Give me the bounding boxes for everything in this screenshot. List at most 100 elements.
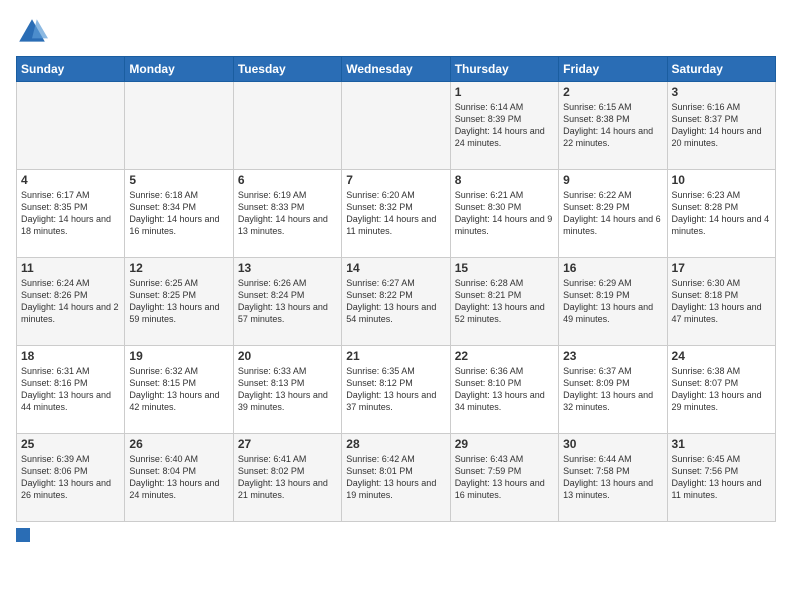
calendar-cell: 22 Sunrise: 6:36 AM Sunset: 8:10 PM Dayli…: [450, 346, 558, 434]
day-number: 26: [129, 437, 228, 451]
day-number: 21: [346, 349, 445, 363]
calendar-cell: 21 Sunrise: 6:35 AM Sunset: 8:12 PM Dayli…: [342, 346, 450, 434]
header-day-wednesday: Wednesday: [342, 57, 450, 82]
calendar-cell: 31 Sunrise: 6:45 AM Sunset: 7:56 PM Dayli…: [667, 434, 775, 522]
calendar-cell: [342, 82, 450, 170]
calendar-cell: [233, 82, 341, 170]
day-number: 2: [563, 85, 662, 99]
calendar-cell: 6 Sunrise: 6:19 AM Sunset: 8:33 PM Daylig…: [233, 170, 341, 258]
calendar-cell: 19Sunrise: 6:32 AM Sunset: 8:15 PM Dayli…: [125, 346, 233, 434]
day-number: 22: [455, 349, 554, 363]
calendar-header-row: SundayMondayTuesdayWednesdayThursdayFrid…: [17, 57, 776, 82]
day-info: Sunrise: 6:41 AM Sunset: 8:02 PM Dayligh…: [238, 453, 337, 502]
day-number: 13: [238, 261, 337, 275]
day-info: Sunrise: 6:37 AM Sunset: 8:09 PM Dayligh…: [563, 365, 662, 414]
day-info: Sunrise: 6:20 AM Sunset: 8:32 PM Dayligh…: [346, 189, 445, 238]
calendar-cell: 13 Sunrise: 6:26 AM Sunset: 8:24 PM Dayli…: [233, 258, 341, 346]
day-info: Sunrise: 6:14 AM Sunset: 8:39 PM Dayligh…: [455, 101, 554, 150]
calendar-table: SundayMondayTuesdayWednesdayThursdayFrid…: [16, 56, 776, 522]
logo-icon: [16, 16, 48, 48]
day-info: Sunrise: 6:38 AM Sunset: 8:07 PM Dayligh…: [672, 365, 771, 414]
calendar-cell: 10Sunrise: 6:23 AM Sunset: 8:28 PM Dayli…: [667, 170, 775, 258]
day-info: Sunrise: 6:29 AM Sunset: 8:19 PM Dayligh…: [563, 277, 662, 326]
day-number: 18: [21, 349, 120, 363]
day-info: Sunrise: 6:23 AM Sunset: 8:28 PM Dayligh…: [672, 189, 771, 238]
header-day-thursday: Thursday: [450, 57, 558, 82]
day-info: Sunrise: 6:40 AM Sunset: 8:04 PM Dayligh…: [129, 453, 228, 502]
calendar-cell: 1 Sunrise: 6:14 AM Sunset: 8:39 PM Daylig…: [450, 82, 558, 170]
day-number: 7: [346, 173, 445, 187]
day-number: 30: [563, 437, 662, 451]
calendar-cell: 2 Sunrise: 6:15 AM Sunset: 8:38 PM Daylig…: [559, 82, 667, 170]
calendar-cell: 5 Sunrise: 6:18 AM Sunset: 8:34 PM Daylig…: [125, 170, 233, 258]
calendar-cell: 9 Sunrise: 6:22 AM Sunset: 8:29 PM Daylig…: [559, 170, 667, 258]
day-info: Sunrise: 6:42 AM Sunset: 8:01 PM Dayligh…: [346, 453, 445, 502]
day-number: 12: [129, 261, 228, 275]
header-day-tuesday: Tuesday: [233, 57, 341, 82]
day-info: Sunrise: 6:26 AM Sunset: 8:24 PM Dayligh…: [238, 277, 337, 326]
day-info: Sunrise: 6:36 AM Sunset: 8:10 PM Dayligh…: [455, 365, 554, 414]
calendar-cell: 8 Sunrise: 6:21 AM Sunset: 8:30 PM Daylig…: [450, 170, 558, 258]
day-number: 9: [563, 173, 662, 187]
day-number: 1: [455, 85, 554, 99]
calendar-cell: 16 Sunrise: 6:29 AM Sunset: 8:19 PM Dayli…: [559, 258, 667, 346]
day-info: Sunrise: 6:30 AM Sunset: 8:18 PM Dayligh…: [672, 277, 771, 326]
day-info: Sunrise: 6:31 AM Sunset: 8:16 PM Dayligh…: [21, 365, 120, 414]
calendar-cell: 23Sunrise: 6:37 AM Sunset: 8:09 PM Dayli…: [559, 346, 667, 434]
day-info: Sunrise: 6:45 AM Sunset: 7:56 PM Dayligh…: [672, 453, 771, 502]
day-number: 20: [238, 349, 337, 363]
calendar-cell: 3 Sunrise: 6:16 AM Sunset: 8:37 PM Daylig…: [667, 82, 775, 170]
day-info: Sunrise: 6:18 AM Sunset: 8:34 PM Dayligh…: [129, 189, 228, 238]
day-number: 16: [563, 261, 662, 275]
day-info: Sunrise: 6:33 AM Sunset: 8:13 PM Dayligh…: [238, 365, 337, 414]
calendar-week-row: 11 Sunrise: 6:24 AM Sunset: 8:26 PM Dayli…: [17, 258, 776, 346]
day-number: 5: [129, 173, 228, 187]
header-day-monday: Monday: [125, 57, 233, 82]
day-info: Sunrise: 6:24 AM Sunset: 8:26 PM Dayligh…: [21, 277, 120, 326]
calendar-cell: 12 Sunrise: 6:25 AM Sunset: 8:25 PM Dayli…: [125, 258, 233, 346]
header-day-saturday: Saturday: [667, 57, 775, 82]
day-number: 14: [346, 261, 445, 275]
day-number: 17: [672, 261, 771, 275]
calendar-week-row: 4 Sunrise: 6:17 AM Sunset: 8:35 PM Daylig…: [17, 170, 776, 258]
day-info: Sunrise: 6:35 AM Sunset: 8:12 PM Dayligh…: [346, 365, 445, 414]
day-info: Sunrise: 6:21 AM Sunset: 8:30 PM Dayligh…: [455, 189, 554, 238]
calendar-cell: 7 Sunrise: 6:20 AM Sunset: 8:32 PM Daylig…: [342, 170, 450, 258]
calendar-cell: 26 Sunrise: 6:40 AM Sunset: 8:04 PM Dayli…: [125, 434, 233, 522]
day-info: Sunrise: 6:39 AM Sunset: 8:06 PM Dayligh…: [21, 453, 120, 502]
day-number: 8: [455, 173, 554, 187]
day-number: 28: [346, 437, 445, 451]
day-info: Sunrise: 6:43 AM Sunset: 7:59 PM Dayligh…: [455, 453, 554, 502]
calendar-cell: 20 Sunrise: 6:33 AM Sunset: 8:13 PM Dayli…: [233, 346, 341, 434]
day-number: 15: [455, 261, 554, 275]
day-info: Sunrise: 6:16 AM Sunset: 8:37 PM Dayligh…: [672, 101, 771, 150]
day-number: 27: [238, 437, 337, 451]
calendar-cell: 24 Sunrise: 6:38 AM Sunset: 8:07 PM Dayli…: [667, 346, 775, 434]
day-info: Sunrise: 6:25 AM Sunset: 8:25 PM Dayligh…: [129, 277, 228, 326]
day-number: 11: [21, 261, 120, 275]
calendar-body: 1 Sunrise: 6:14 AM Sunset: 8:39 PM Daylig…: [17, 82, 776, 522]
day-info: Sunrise: 6:22 AM Sunset: 8:29 PM Dayligh…: [563, 189, 662, 238]
logo: [16, 16, 52, 48]
day-info: Sunrise: 6:19 AM Sunset: 8:33 PM Dayligh…: [238, 189, 337, 238]
calendar-cell: 11 Sunrise: 6:24 AM Sunset: 8:26 PM Dayli…: [17, 258, 125, 346]
header-day-friday: Friday: [559, 57, 667, 82]
day-info: Sunrise: 6:17 AM Sunset: 8:35 PM Dayligh…: [21, 189, 120, 238]
calendar-cell: 29 Sunrise: 6:43 AM Sunset: 7:59 PM Dayli…: [450, 434, 558, 522]
day-number: 25: [21, 437, 120, 451]
day-info: Sunrise: 6:15 AM Sunset: 8:38 PM Dayligh…: [563, 101, 662, 150]
legend: [16, 528, 776, 542]
calendar-cell: 18 Sunrise: 6:31 AM Sunset: 8:16 PM Dayli…: [17, 346, 125, 434]
calendar-cell: 30Sunrise: 6:44 AM Sunset: 7:58 PM Dayli…: [559, 434, 667, 522]
day-number: 4: [21, 173, 120, 187]
page-header: [16, 16, 776, 48]
calendar-week-row: 25 Sunrise: 6:39 AM Sunset: 8:06 PM Dayli…: [17, 434, 776, 522]
day-number: 29: [455, 437, 554, 451]
day-number: 31: [672, 437, 771, 451]
day-number: 3: [672, 85, 771, 99]
day-number: 24: [672, 349, 771, 363]
calendar-cell: 4 Sunrise: 6:17 AM Sunset: 8:35 PM Daylig…: [17, 170, 125, 258]
day-number: 6: [238, 173, 337, 187]
header-day-sunday: Sunday: [17, 57, 125, 82]
calendar-cell: [17, 82, 125, 170]
